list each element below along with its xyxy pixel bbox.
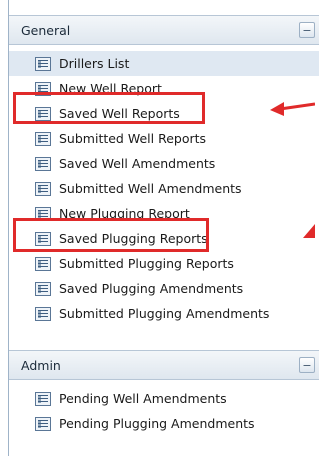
menu-item-new-plugging-report[interactable]: New Plugging Report — [9, 201, 319, 226]
menu-item-label: Saved Well Amendments — [59, 156, 216, 171]
menu-item-label: Submitted Plugging Amendments — [59, 306, 270, 321]
menu-item-label: Saved Plugging Reports — [59, 231, 208, 246]
admin-panel-title: Admin — [21, 357, 61, 373]
menu-item-saved-plugging-reports[interactable]: Saved Plugging Reports — [9, 226, 319, 251]
menu-item-saved-plugging-amendments[interactable]: Saved Plugging Amendments — [9, 276, 319, 301]
menu-item-pending-well-amendments[interactable]: Pending Well Amendments — [9, 386, 319, 411]
menu-item-label: Saved Well Reports — [59, 106, 180, 121]
menu-item-drillers-list[interactable]: Drillers List — [9, 51, 319, 76]
admin-collapse-button[interactable]: − — [299, 357, 315, 373]
menu-item-label: Submitted Well Amendments — [59, 181, 242, 196]
admin-panel-header[interactable]: Admin − — [9, 350, 319, 380]
menu-item-label: Pending Well Amendments — [59, 391, 227, 406]
menu-item-label: New Well Report — [59, 81, 162, 96]
menu-item-saved-well-reports[interactable]: Saved Well Reports — [9, 101, 319, 126]
menu-item-submitted-plugging-amendments[interactable]: Submitted Plugging Amendments — [9, 301, 319, 326]
navigation-sidebar: General − Drillers List New Well Report … — [8, 0, 319, 456]
general-collapse-button[interactable]: − — [299, 22, 315, 38]
menu-item-label: Pending Plugging Amendments — [59, 416, 255, 431]
report-icon — [35, 206, 51, 221]
general-menu-list: Drillers List New Well Report Saved Well… — [9, 45, 319, 326]
report-icon — [35, 416, 51, 431]
menu-item-label: Submitted Plugging Reports — [59, 256, 234, 271]
report-icon — [35, 156, 51, 171]
menu-item-submitted-well-amendments[interactable]: Submitted Well Amendments — [9, 176, 319, 201]
report-icon — [35, 391, 51, 406]
report-icon — [35, 131, 51, 146]
report-icon — [35, 181, 51, 196]
menu-item-label: Saved Plugging Amendments — [59, 281, 244, 296]
menu-item-saved-well-amendments[interactable]: Saved Well Amendments — [9, 151, 319, 176]
menu-item-new-well-report[interactable]: New Well Report — [9, 76, 319, 101]
menu-item-label: Submitted Well Reports — [59, 131, 207, 146]
report-icon — [35, 256, 51, 271]
general-panel-header[interactable]: General − — [9, 15, 319, 45]
report-icon — [35, 306, 51, 321]
menu-item-label: Drillers List — [59, 56, 130, 71]
admin-menu-list: Pending Well Amendments Pending Plugging… — [9, 380, 319, 436]
menu-item-pending-plugging-amendments[interactable]: Pending Plugging Amendments — [9, 411, 319, 436]
admin-panel: Admin − Pending Well Amendments Pending … — [9, 350, 319, 436]
report-icon — [35, 106, 51, 121]
report-icon — [35, 231, 51, 246]
menu-item-label: New Plugging Report — [59, 206, 190, 221]
report-icon — [35, 81, 51, 96]
menu-item-submitted-well-reports[interactable]: Submitted Well Reports — [9, 126, 319, 151]
report-icon — [35, 56, 51, 71]
general-panel-title: General — [21, 22, 71, 38]
report-icon — [35, 281, 51, 296]
menu-item-submitted-plugging-reports[interactable]: Submitted Plugging Reports — [9, 251, 319, 276]
general-panel: General − Drillers List New Well Report … — [9, 15, 319, 326]
